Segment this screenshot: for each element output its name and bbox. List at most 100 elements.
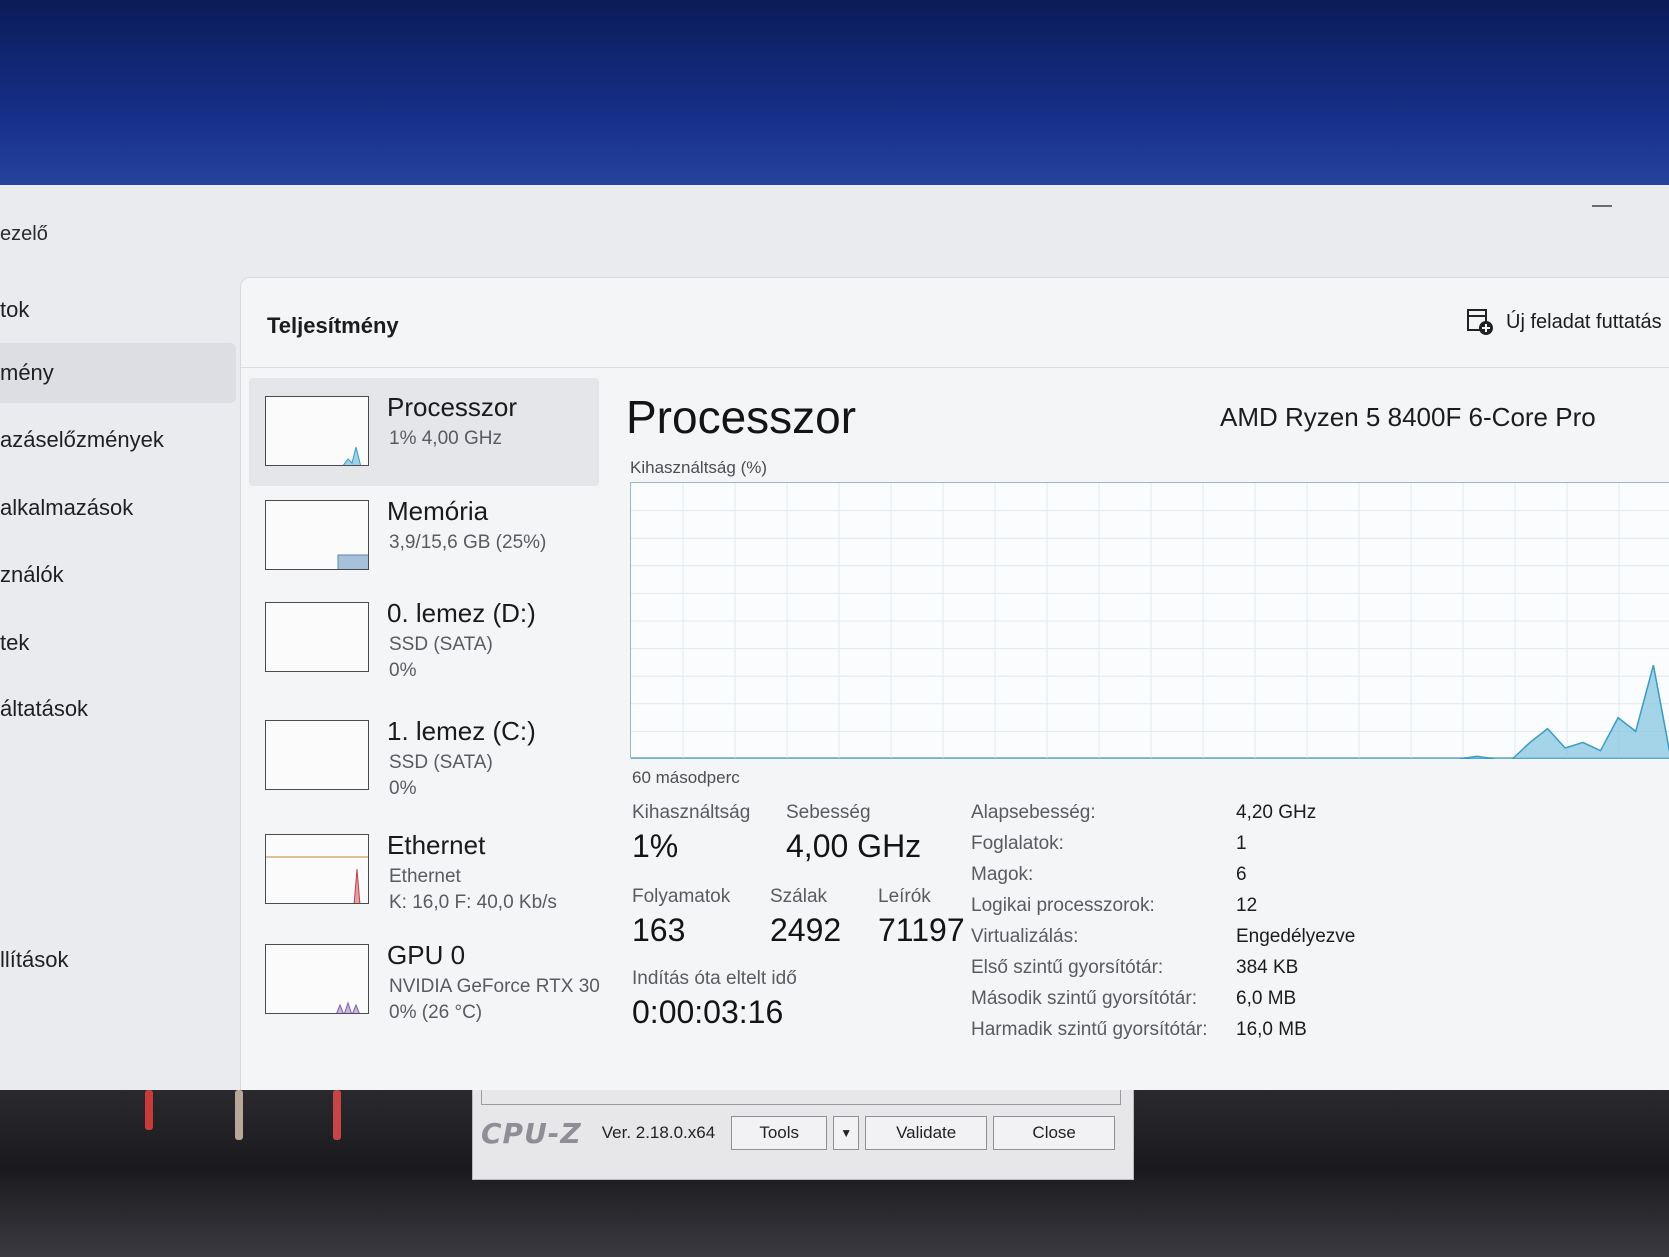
device-type: SSD (SATA) xyxy=(389,634,493,655)
spec-key: Harmadik szintű gyorsítótár: xyxy=(971,1019,1208,1040)
sidebar-item-label: alkalmazások xyxy=(0,495,134,520)
speed-value: 4,00 GHz xyxy=(786,828,922,864)
spec-key: Alapsebesség: xyxy=(971,802,1096,823)
handles-label: Leírók xyxy=(878,886,931,907)
device-name: GPU 0 xyxy=(387,940,466,970)
threads-value: 2492 xyxy=(770,912,842,948)
spec-value: 6 xyxy=(1236,864,1247,885)
ethernet-thumbnail-graph xyxy=(265,834,369,904)
disk-c-thumbnail-graph xyxy=(265,720,369,790)
uptime-value: 0:00:03:16 xyxy=(632,994,784,1030)
device-name: Ethernet xyxy=(387,830,486,860)
device-name: Processzor xyxy=(387,392,518,422)
close-button[interactable]: Close xyxy=(993,1116,1116,1150)
sidebar-item-label: tek xyxy=(0,630,30,655)
device-type: SSD (SATA) xyxy=(389,752,493,773)
sidebar-item-label: mény xyxy=(0,360,54,385)
device-item-cpu[interactable]: Processzor 1% 4,00 GHz xyxy=(249,378,599,486)
device-item-ethernet[interactable]: Ethernet Ethernet K: 16,0 F: 40,0 Kb/s xyxy=(249,816,599,924)
spec-key: Első szintű gyorsítótár: xyxy=(971,957,1164,978)
device-usage: 3,9/15,6 GB (25%) xyxy=(389,532,547,553)
validate-button[interactable]: Validate xyxy=(865,1116,988,1150)
device-usage: 0% (26 °C) xyxy=(389,1002,483,1023)
uptime-label: Indítás óta eltelt idő xyxy=(632,968,797,989)
sidebar-item-settings[interactable]: llítások xyxy=(0,930,236,990)
tools-button[interactable]: Tools xyxy=(731,1116,828,1150)
device-item-gpu[interactable]: GPU 0 NVIDIA GeForce RTX 30 0% (26 °C) xyxy=(249,926,600,1034)
sidebar-item-label: azáselőzmények xyxy=(0,427,164,452)
spec-key: Virtualizálás: xyxy=(971,926,1079,947)
sidebar-item-users[interactable]: ználók xyxy=(0,545,236,605)
sidebar-item-details[interactable]: tek xyxy=(0,613,236,673)
device-name: 0. lemez (D:) xyxy=(387,598,536,628)
tools-dropdown-icon[interactable]: ▼ xyxy=(833,1116,860,1150)
device-name: Memória xyxy=(387,496,489,526)
spec-value: 1 xyxy=(1236,833,1247,854)
spec-key: Foglalatok: xyxy=(971,833,1064,854)
sidebar-item-label: ználók xyxy=(0,562,64,587)
speed-label: Sebesség xyxy=(786,802,871,823)
gpu-thumbnail-graph xyxy=(265,944,369,1014)
device-usage: 0% xyxy=(389,778,417,799)
processes-label: Folyamatok xyxy=(632,886,731,907)
device-model: NVIDIA GeForce RTX 30 xyxy=(389,976,600,997)
detail-title: Processzor xyxy=(626,391,857,443)
graph-y-label: Kihasználtság (%) xyxy=(630,458,768,477)
spec-value: 16,0 MB xyxy=(1236,1019,1307,1040)
spec-value: 6,0 MB xyxy=(1236,988,1297,1009)
wallpaper-light xyxy=(333,1090,341,1140)
device-item-disk-c[interactable]: 1. lemez (C:) SSD (SATA) 0% xyxy=(249,702,599,810)
run-new-task-button[interactable]: Új feladat futtatás xyxy=(1466,308,1662,336)
cpu-model-name: AMD Ryzen 5 8400F 6-Core Pro xyxy=(1220,402,1596,432)
spec-key: Magok: xyxy=(971,864,1034,885)
page-title: Teljesítmény xyxy=(267,313,399,338)
spec-value: 384 KB xyxy=(1236,957,1299,978)
device-usage: 1% 4,00 GHz xyxy=(389,428,502,449)
spec-value: Engedélyezve xyxy=(1236,926,1356,947)
utilization-value: 1% xyxy=(632,828,679,864)
device-item-memory[interactable]: Memória 3,9/15,6 GB (25%) xyxy=(249,482,599,590)
device-item-disk-d[interactable]: 0. lemez (D:) SSD (SATA) 0% xyxy=(249,584,599,692)
threads-label: Szálak xyxy=(770,886,828,907)
run-task-icon xyxy=(1466,308,1494,336)
sidebar-item-performance[interactable]: mény xyxy=(0,343,236,403)
content-header: Teljesítmény Új feladat futtatás xyxy=(241,278,1669,368)
wallpaper-light xyxy=(235,1090,243,1140)
spec-value: 12 xyxy=(1236,895,1258,916)
device-list: Processzor 1% 4,00 GHz Memória 3,9/15,6 … xyxy=(249,378,600,1078)
graph-x-label: 60 másodperc xyxy=(632,768,740,787)
sidebar-item-processes[interactable]: tok xyxy=(0,280,236,340)
cpuz-logo: CPU-Z xyxy=(481,1116,582,1150)
window-title: ezelő xyxy=(0,223,48,245)
spec-value: 4,20 GHz xyxy=(1236,802,1317,823)
task-manager-window: ezelő tok mény azáselőzmények alkalmazás… xyxy=(0,185,1669,1090)
sidebar-item-label: tok xyxy=(0,297,30,322)
sidebar-nav: tok mény azáselőzmények alkalmazások zná… xyxy=(0,275,240,1065)
device-throughput: K: 16,0 F: 40,0 Kb/s xyxy=(389,892,557,913)
sidebar-item-startup-apps[interactable]: alkalmazások xyxy=(0,478,236,538)
cpuz-version: Ver. 2.18.0.x64 xyxy=(601,1123,716,1142)
performance-content: Teljesítmény Új feladat futtatás Process… xyxy=(240,277,1669,1090)
sidebar-item-label: áltatások xyxy=(0,696,89,721)
cpu-thumbnail-graph xyxy=(265,396,369,466)
cpu-utilization-graph xyxy=(630,482,1669,759)
wallpaper-light xyxy=(145,1090,153,1130)
device-adapter: Ethernet xyxy=(389,866,461,887)
memory-thumbnail-graph xyxy=(265,500,369,570)
desktop-wallpaper xyxy=(0,0,1669,200)
processes-value: 163 xyxy=(632,912,686,948)
cpu-graph-svg xyxy=(631,483,1669,759)
sidebar-item-label: llítások xyxy=(0,947,69,972)
spec-key: Logikai processzorok: xyxy=(971,895,1155,916)
sidebar-item-services[interactable]: áltatások xyxy=(0,679,236,739)
utilization-label: Kihasználtság xyxy=(632,802,751,823)
run-task-label: Új feladat futtatás xyxy=(1506,310,1662,333)
cpu-detail-pane: Processzor AMD Ryzen 5 8400F 6-Core Pro … xyxy=(626,378,1669,1078)
minimize-button[interactable] xyxy=(1592,205,1612,207)
spec-key: Második szintű gyorsítótár: xyxy=(971,988,1197,1009)
device-name: 1. lemez (C:) xyxy=(387,716,536,746)
sidebar-item-app-history[interactable]: azáselőzmények xyxy=(0,410,236,470)
cpuz-footer: CPU-Z Ver. 2.18.0.x64 Tools ▼ Validate C… xyxy=(481,1111,1126,1155)
handles-value: 71197 xyxy=(878,912,965,948)
device-usage: 0% xyxy=(389,660,417,681)
